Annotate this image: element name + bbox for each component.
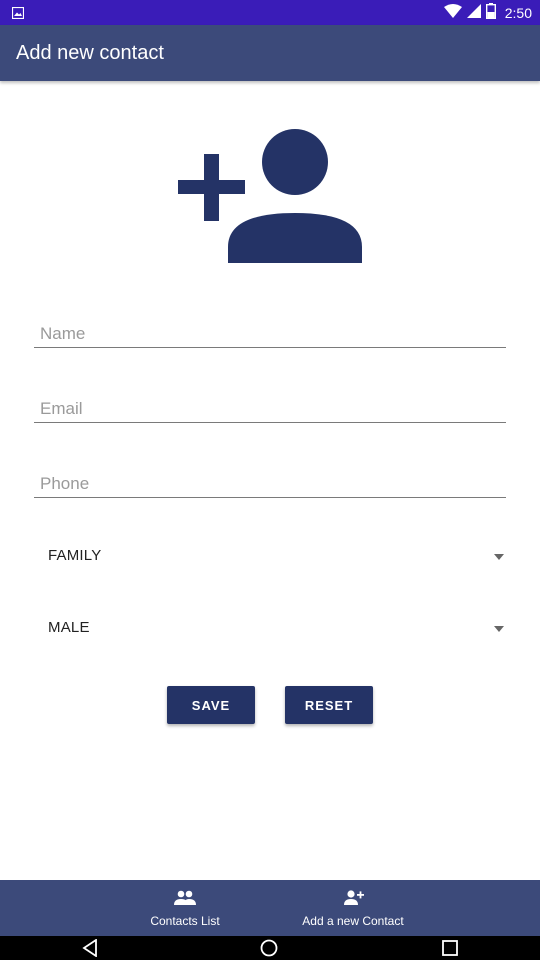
- name-field[interactable]: [34, 308, 506, 348]
- back-icon[interactable]: [82, 938, 98, 960]
- category-spinner[interactable]: FAMILY: [34, 537, 506, 577]
- reset-button[interactable]: RESET: [285, 686, 373, 724]
- category-selected-value: FAMILY: [48, 547, 102, 564]
- email-input[interactable]: [40, 399, 500, 419]
- save-button[interactable]: SAVE: [167, 686, 255, 724]
- phone-input[interactable]: [40, 474, 500, 494]
- name-input[interactable]: [40, 324, 500, 344]
- phone-field[interactable]: [34, 458, 506, 498]
- gender-selected-value: MALE: [48, 619, 90, 636]
- email-field[interactable]: [34, 383, 506, 423]
- battery-icon: [485, 2, 496, 24]
- system-navigation-bar: [0, 936, 540, 960]
- wifi-icon: [443, 3, 462, 23]
- gender-spinner[interactable]: MALE: [34, 609, 506, 649]
- status-bar: 2:50: [0, 0, 540, 25]
- status-time: 2:50: [504, 5, 532, 21]
- home-icon[interactable]: [260, 939, 278, 960]
- people-icon: [174, 890, 196, 908]
- nav-item-contacts-list[interactable]: Contacts List: [135, 880, 235, 936]
- image-notification-icon: [11, 6, 25, 24]
- app-bar: Add new contact: [0, 25, 540, 81]
- add-person-icon[interactable]: [176, 127, 366, 267]
- signal-icon: [466, 3, 481, 23]
- dropdown-arrow-icon[interactable]: [494, 626, 504, 632]
- nav-label-contacts-list: Contacts List: [150, 914, 220, 928]
- nav-item-add-contact[interactable]: Add a new Contact: [290, 880, 416, 936]
- status-icons: 2:50: [443, 2, 532, 24]
- dropdown-arrow-icon[interactable]: [494, 554, 504, 560]
- page-title: Add new contact: [16, 42, 164, 64]
- nav-label-add-contact: Add a new Contact: [302, 914, 404, 928]
- bottom-navigation: Contacts List Add a new Contact: [0, 880, 540, 936]
- person-add-icon: [342, 890, 364, 908]
- recents-icon[interactable]: [442, 940, 458, 960]
